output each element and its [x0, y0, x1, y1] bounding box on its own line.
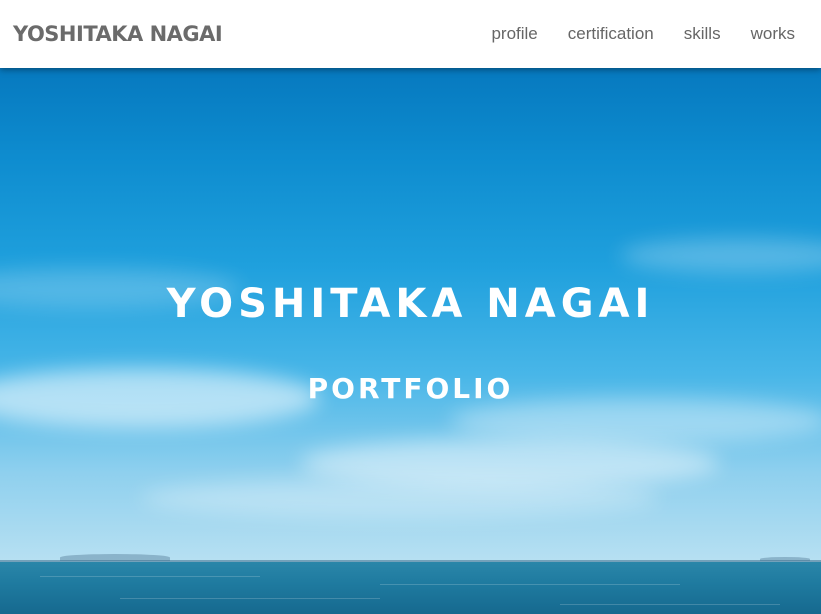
hero-subtitle: PORTFOLIO: [307, 372, 514, 405]
main-nav: profile certification skills works: [491, 22, 795, 46]
hero-title: YOSHITAKA NAGAI: [166, 281, 655, 327]
nav-link-profile[interactable]: profile: [491, 22, 537, 46]
cloud: [140, 478, 660, 518]
nav-item-works: works: [751, 22, 795, 46]
hero-sea-background: [0, 562, 821, 614]
cloud: [620, 238, 821, 273]
page: YOSHITAKA NAGAI profile certification sk…: [0, 0, 821, 614]
nav-link-skills[interactable]: skills: [684, 22, 721, 46]
nav-item-profile: profile: [491, 22, 537, 46]
wave: [560, 604, 780, 605]
nav-link-works[interactable]: works: [751, 22, 795, 46]
nav-item-skills: skills: [684, 22, 721, 46]
nav-link-certification[interactable]: certification: [568, 22, 654, 46]
wave: [380, 584, 680, 585]
wave: [40, 576, 260, 577]
nav-item-certification: certification: [568, 22, 654, 46]
wave: [120, 598, 380, 599]
hero-section: YOSHITAKA NAGAI PORTFOLIO: [0, 68, 821, 614]
site-logo[interactable]: YOSHITAKA NAGAI: [13, 20, 223, 48]
site-header: YOSHITAKA NAGAI profile certification sk…: [0, 0, 821, 68]
